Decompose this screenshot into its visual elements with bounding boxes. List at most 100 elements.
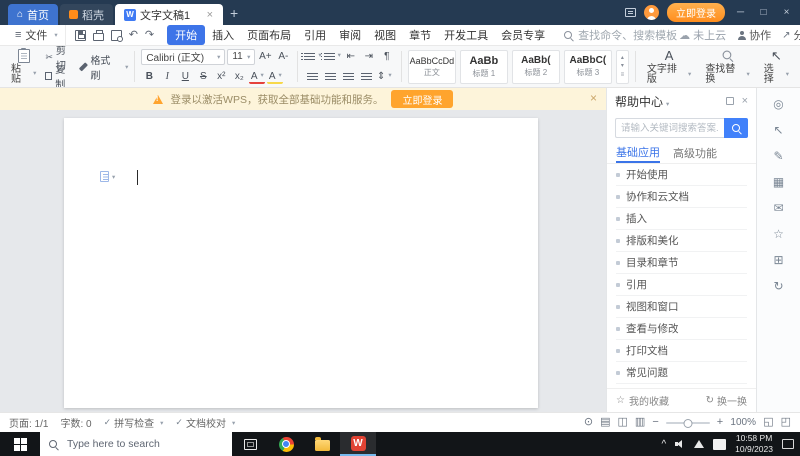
- minimize-button[interactable]: ─: [733, 7, 748, 18]
- help-topic-item[interactable]: 常见问题: [616, 362, 747, 384]
- refresh-link[interactable]: ↻ 换一换: [706, 393, 747, 408]
- file-explorer-button[interactable]: [304, 432, 340, 456]
- help-topic-item[interactable]: 视图和窗口: [616, 296, 747, 318]
- select-tool-icon[interactable]: ↖: [770, 122, 788, 138]
- favorites-link[interactable]: 我的收藏: [629, 393, 669, 408]
- strikethrough-button[interactable]: S: [195, 69, 211, 84]
- font-family-select[interactable]: Calibri (正文): [141, 48, 226, 65]
- eye-protection-icon[interactable]: ⊙: [584, 417, 593, 428]
- apps-icon[interactable]: ⊞: [770, 252, 788, 268]
- increase-indent-button[interactable]: ⇥: [361, 49, 377, 64]
- fit-page-icon[interactable]: ◱: [763, 417, 773, 428]
- tray-expand-icon[interactable]: ^: [661, 439, 666, 450]
- help-tab-advanced[interactable]: 高级功能: [673, 142, 717, 163]
- tab-close-icon[interactable]: ×: [206, 9, 214, 21]
- document-canvas[interactable]: [0, 110, 606, 412]
- help-topic-item[interactable]: 插入: [616, 208, 747, 230]
- collaborate-button[interactable]: 协作: [737, 27, 771, 43]
- numbered-list-button[interactable]: [320, 49, 341, 64]
- style-heading-2[interactable]: AaBb( 标题 2: [511, 49, 560, 84]
- cloud-sync-status[interactable]: ☁ 未上云: [679, 27, 726, 43]
- ribbon-tab-view[interactable]: 视图: [368, 25, 402, 45]
- window-close-button[interactable]: ×: [779, 7, 794, 18]
- mail-icon[interactable]: ✉: [770, 200, 788, 216]
- help-topic-item[interactable]: 引用: [616, 274, 747, 296]
- print-icon[interactable]: [92, 29, 104, 41]
- increase-font-button[interactable]: A+: [257, 49, 273, 64]
- volume-icon[interactable]: [675, 440, 685, 448]
- keyboard-icon[interactable]: [713, 438, 727, 450]
- help-topic-item[interactable]: 查看与修改: [616, 318, 747, 340]
- doc-proof-toggle[interactable]: ✓ 文档校对: [175, 415, 235, 430]
- taskbar-clock[interactable]: 10:58 PM 10/9/2023: [735, 433, 773, 454]
- read-mode-icon[interactable]: ◫: [618, 417, 628, 428]
- highlight-color-button[interactable]: A: [267, 71, 284, 84]
- style-heading-3[interactable]: AaBbC( 标题 3: [563, 49, 612, 84]
- share-button[interactable]: ↗ 分享: [782, 27, 800, 43]
- notification-close-icon[interactable]: ×: [590, 91, 597, 105]
- tab-document[interactable]: W 文字文稿1 ×: [115, 4, 224, 25]
- new-tab-button[interactable]: +: [223, 5, 245, 21]
- bold-button[interactable]: B: [141, 69, 157, 84]
- style-heading-1[interactable]: AaBb 标题 1: [459, 49, 508, 84]
- ribbon-tab-section[interactable]: 章节: [403, 25, 437, 45]
- tab-home[interactable]: ⌂ 首页: [8, 4, 59, 25]
- help-topic-item[interactable]: 目录和章节: [616, 252, 747, 274]
- tab-docer[interactable]: 稻壳: [60, 4, 114, 25]
- ribbon-tab-references[interactable]: 引用: [298, 25, 332, 45]
- print-preview-icon[interactable]: [110, 29, 123, 42]
- undo-icon[interactable]: ↶: [129, 29, 138, 41]
- align-right-button[interactable]: [340, 69, 356, 84]
- web-view-icon[interactable]: ▥: [635, 417, 645, 428]
- help-close-icon[interactable]: ×: [742, 95, 748, 107]
- help-panel-title[interactable]: 帮助中心: [615, 93, 669, 110]
- spell-check-toggle[interactable]: ✓ 拼写检查: [104, 415, 164, 430]
- help-search-input[interactable]: [615, 118, 724, 138]
- text-tool-button[interactable]: A 文字排版: [642, 48, 696, 86]
- taskbar-search-input[interactable]: [65, 437, 224, 451]
- help-topic-item[interactable]: 排版和美化: [616, 230, 747, 252]
- popout-icon[interactable]: [725, 97, 734, 105]
- assistant-icon[interactable]: ◎: [770, 96, 788, 112]
- login-now-button[interactable]: 立即登录: [391, 90, 454, 108]
- zoom-level[interactable]: 100%: [730, 417, 756, 428]
- page-view-icon[interactable]: ▤: [600, 417, 610, 428]
- zoom-out-icon[interactable]: −: [652, 417, 658, 428]
- decrease-font-button[interactable]: A-: [275, 49, 291, 64]
- help-tab-basic[interactable]: 基础应用: [616, 142, 660, 163]
- styles-scrollbar[interactable]: ▴ ▾ ≡: [615, 49, 629, 84]
- redo-icon[interactable]: ↷: [145, 29, 154, 41]
- ribbon-tab-home[interactable]: 开始: [167, 25, 206, 45]
- find-replace-button[interactable]: 查找替换: [700, 48, 754, 86]
- styles-down-icon[interactable]: ▾: [621, 62, 624, 70]
- ribbon-tab-page-layout[interactable]: 页面布局: [241, 25, 297, 45]
- style-normal[interactable]: AaBbCcDd 正文: [407, 49, 456, 84]
- styles-more-icon[interactable]: ≡: [621, 71, 625, 79]
- align-left-button[interactable]: [304, 69, 320, 84]
- format-painter-button[interactable]: 格式刷: [78, 56, 128, 82]
- justify-button[interactable]: [358, 69, 374, 84]
- ribbon-tab-developer[interactable]: 开发工具: [438, 25, 494, 45]
- task-view-button[interactable]: [232, 432, 268, 456]
- favorites-icon[interactable]: ☆: [770, 226, 788, 242]
- subscript-button[interactable]: x₂: [231, 69, 247, 84]
- file-menu-button[interactable]: ≡ 文件: [8, 25, 66, 45]
- word-count[interactable]: 字数: 0: [60, 415, 91, 430]
- chrome-button[interactable]: [268, 432, 304, 456]
- superscript-button[interactable]: x²: [213, 69, 229, 84]
- zoom-slider[interactable]: [665, 421, 710, 424]
- fullscreen-icon[interactable]: ◰: [781, 417, 791, 428]
- pen-icon[interactable]: ✎: [770, 148, 788, 164]
- italic-button[interactable]: I: [159, 69, 175, 84]
- start-button[interactable]: [0, 432, 40, 456]
- align-center-button[interactable]: [322, 69, 338, 84]
- login-button[interactable]: 立即登录: [667, 3, 725, 22]
- font-size-select[interactable]: 11: [227, 48, 256, 65]
- help-topic-item[interactable]: 开始使用: [616, 164, 747, 186]
- message-icon[interactable]: [625, 8, 636, 17]
- bullet-list-button[interactable]: [301, 49, 321, 64]
- font-color-button[interactable]: A: [249, 71, 266, 84]
- help-search-button[interactable]: [724, 118, 748, 138]
- wps-taskbar-button[interactable]: W: [340, 432, 376, 456]
- calendar-icon[interactable]: ▦: [770, 174, 788, 190]
